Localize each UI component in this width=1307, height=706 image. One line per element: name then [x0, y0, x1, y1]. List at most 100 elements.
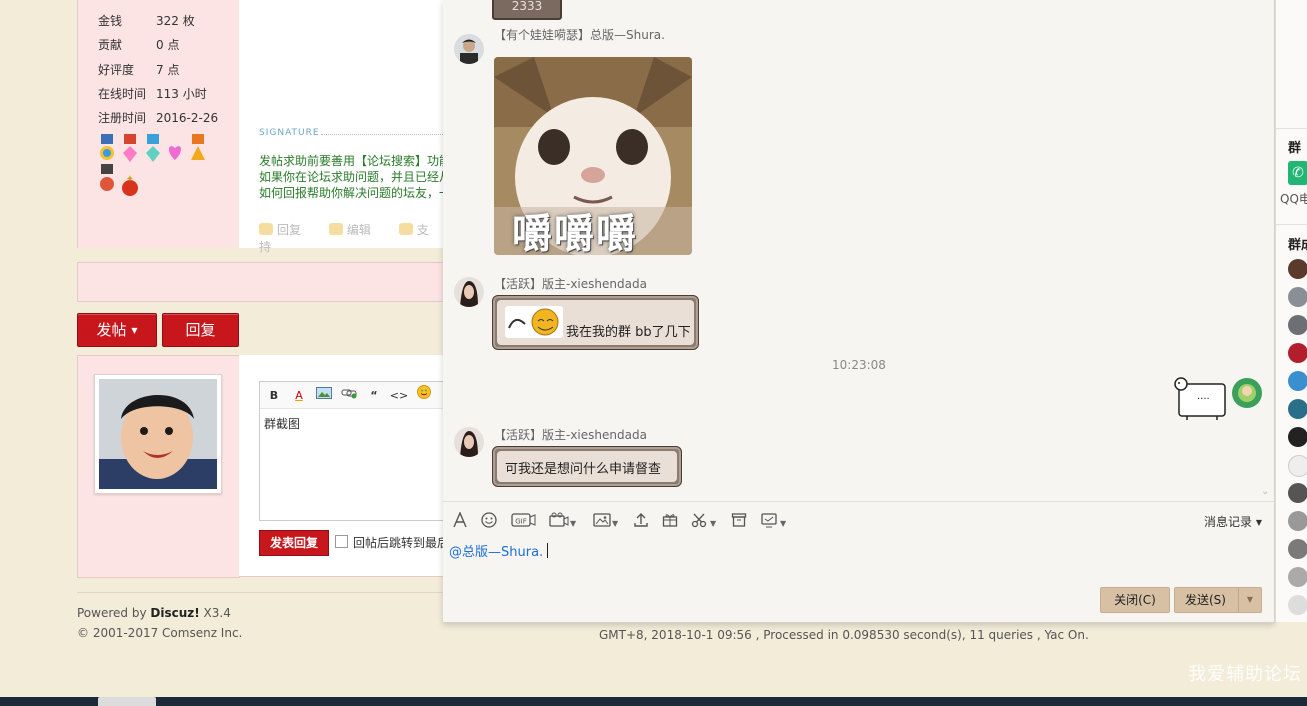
reply-editor[interactable]: B A “<> 群截图 — [259, 381, 445, 521]
powered-by: Powered by Discuz! X3.4 — [77, 606, 231, 620]
message-text: 可我还是想问什么申请督查 — [505, 462, 662, 477]
powered-by-version: X3.4 — [199, 606, 231, 620]
sender-name[interactable]: 【活跃】版主-xieshendada — [494, 275, 647, 292]
medal-icon[interactable] — [98, 164, 116, 194]
member-avatar[interactable] — [1288, 259, 1307, 279]
quick-reply-area: B A “<> 群截图 发表回复 回帖后跳转到最后 — [239, 355, 445, 577]
message-list[interactable]: 2333 【有个娃娃嗬瑟】总版—Shura. 嚼嚼嚼 【活跃】版主-xieshe… — [443, 0, 1274, 500]
member-avatar[interactable] — [1288, 511, 1307, 531]
own-message-text: .... — [1197, 391, 1210, 402]
reply-label: 回复 — [185, 321, 216, 339]
sender-name[interactable]: 【有个娃娃嗬瑟】总版—Shura. — [494, 26, 665, 43]
scissors-icon[interactable]: ▼ — [691, 512, 716, 530]
taskbar — [0, 697, 1307, 706]
stat-label: 好评度 — [98, 63, 135, 77]
avatar[interactable] — [1232, 378, 1262, 408]
sender-name[interactable]: 【活跃】版主-xieshendada — [494, 426, 647, 443]
member-avatar[interactable] — [1288, 315, 1307, 335]
member-avatar[interactable] — [1288, 483, 1307, 503]
cat-sticker-image[interactable]: 嚼嚼嚼 — [494, 57, 692, 255]
upload-icon[interactable] — [633, 512, 649, 530]
stat-value: 2016-2-26 — [156, 111, 219, 125]
member-avatar[interactable] — [1288, 455, 1307, 477]
chevron-down-icon[interactable]: ⌄ — [1261, 486, 1269, 497]
font-color-button[interactable]: A — [289, 386, 309, 406]
sticker-caption: 嚼嚼嚼 — [512, 211, 638, 255]
message-timestamp: 10:23:08 — [832, 358, 886, 372]
chevron-down-icon: ▼ — [570, 519, 577, 528]
sidebar-divider — [1276, 224, 1307, 225]
taskbar-item[interactable] — [98, 697, 156, 706]
medal-list: ✦ — [98, 134, 228, 198]
member-avatar[interactable] — [1288, 539, 1307, 559]
smile-icon[interactable] — [414, 385, 434, 405]
member-avatar[interactable] — [1288, 371, 1307, 391]
qq-chat-window: 2333 【有个娃娃嗬瑟】总版—Shura. 嚼嚼嚼 【活跃】版主-xieshe… — [443, 0, 1275, 623]
font-icon[interactable] — [452, 511, 468, 530]
post-edit-link[interactable]: 编辑 — [328, 223, 383, 237]
qq-phone-label[interactable]: QQ电 — [1280, 190, 1307, 207]
jump-after-reply-label: 回帖后跳转到最后 — [353, 536, 443, 550]
chevron-down-icon: ▼ — [1255, 518, 1262, 527]
image-icon[interactable] — [314, 386, 334, 406]
member-avatar[interactable] — [1288, 343, 1307, 363]
bold-button[interactable]: B — [264, 386, 284, 406]
chevron-down-icon: ▼ — [612, 519, 619, 528]
footer-stats: GMT+8, 2018-10-1 09:56 , Processed in 0.… — [599, 628, 1089, 642]
stat-label: 注册时间 — [98, 111, 147, 125]
medal-icon[interactable] — [144, 134, 162, 164]
avatar[interactable] — [454, 427, 484, 457]
avatar[interactable] — [454, 277, 484, 307]
jump-after-reply-checkbox[interactable] — [335, 535, 348, 548]
member-avatar[interactable] — [1288, 595, 1307, 615]
code-button[interactable]: <> — [389, 386, 409, 406]
post-action-bar: 回复 编辑 支持 — [259, 221, 443, 255]
chat-toolbar: GIF ▼ ▼ ▼ ▼ 消息记录 ▼ — [443, 501, 1274, 538]
submit-reply-button[interactable]: 发表回复 — [259, 530, 329, 556]
group-section-title: 群 — [1288, 141, 1302, 156]
screen-icon[interactable]: ▼ — [761, 512, 786, 530]
medal-icon[interactable] — [166, 134, 184, 164]
chat-input[interactable]: @总版—Shura. — [449, 541, 549, 560]
discuz-link[interactable]: Discuz! — [150, 606, 199, 620]
signature-line: 如果你在论坛求助问题，并且已经从 — [259, 170, 443, 184]
member-avatar[interactable] — [1288, 427, 1307, 447]
signature-line: 如何回报帮助你解决问题的坛友，一 — [259, 186, 443, 200]
message-bubble[interactable]: 可我还是想问什么申请督查 — [492, 446, 682, 487]
medal-icon[interactable] — [98, 134, 116, 164]
quote-button[interactable]: “ — [364, 386, 384, 406]
signature-label: SIGNATURE — [259, 128, 320, 138]
member-avatar[interactable] — [1288, 399, 1307, 419]
stat-value: 7 点 — [156, 63, 180, 77]
medal-icon[interactable]: ✦ — [121, 168, 139, 198]
stat-row-rating: 好评度 7 点 — [98, 60, 179, 80]
archive-icon[interactable] — [731, 512, 747, 530]
gift-icon[interactable] — [662, 512, 678, 530]
medal-icon[interactable] — [121, 134, 139, 164]
svg-text:✦: ✦ — [126, 174, 134, 185]
sidebar-divider — [1276, 128, 1307, 129]
post-reply-link[interactable]: 回复 — [259, 223, 313, 237]
image-icon[interactable]: ▼ — [593, 512, 618, 530]
close-button[interactable]: 关闭(C) — [1100, 587, 1170, 613]
new-post-button[interactable]: 发帖 ▼ — [77, 313, 157, 347]
editor-content[interactable]: 群截图 — [260, 409, 444, 438]
send-options-dropdown[interactable]: ▼ — [1238, 588, 1261, 612]
video-icon[interactable]: ▼ — [549, 512, 576, 530]
phone-icon[interactable]: ✆ — [1288, 161, 1307, 185]
gif-icon[interactable]: GIF — [511, 512, 537, 530]
avatar[interactable] — [454, 34, 484, 64]
reply-button[interactable]: 回复 — [162, 313, 239, 347]
emoji-icon[interactable] — [481, 512, 497, 530]
member-avatar[interactable] — [1288, 287, 1307, 307]
avatar[interactable] — [94, 374, 222, 494]
send-button[interactable]: 发送(S) ▼ — [1174, 587, 1262, 613]
medal-icon[interactable] — [189, 134, 207, 164]
signature-line: 发帖求助前要善用【论坛搜索】功能 — [259, 154, 443, 168]
send-label: 发送(S) — [1185, 593, 1226, 607]
link-icon[interactable] — [339, 386, 359, 406]
message-record-button[interactable]: 消息记录 ▼ — [1204, 513, 1262, 530]
message-bubble[interactable]: 我在我的群 bb了几下 — [492, 295, 699, 350]
member-avatar[interactable] — [1288, 567, 1307, 587]
new-post-label: 发帖 — [96, 321, 127, 339]
